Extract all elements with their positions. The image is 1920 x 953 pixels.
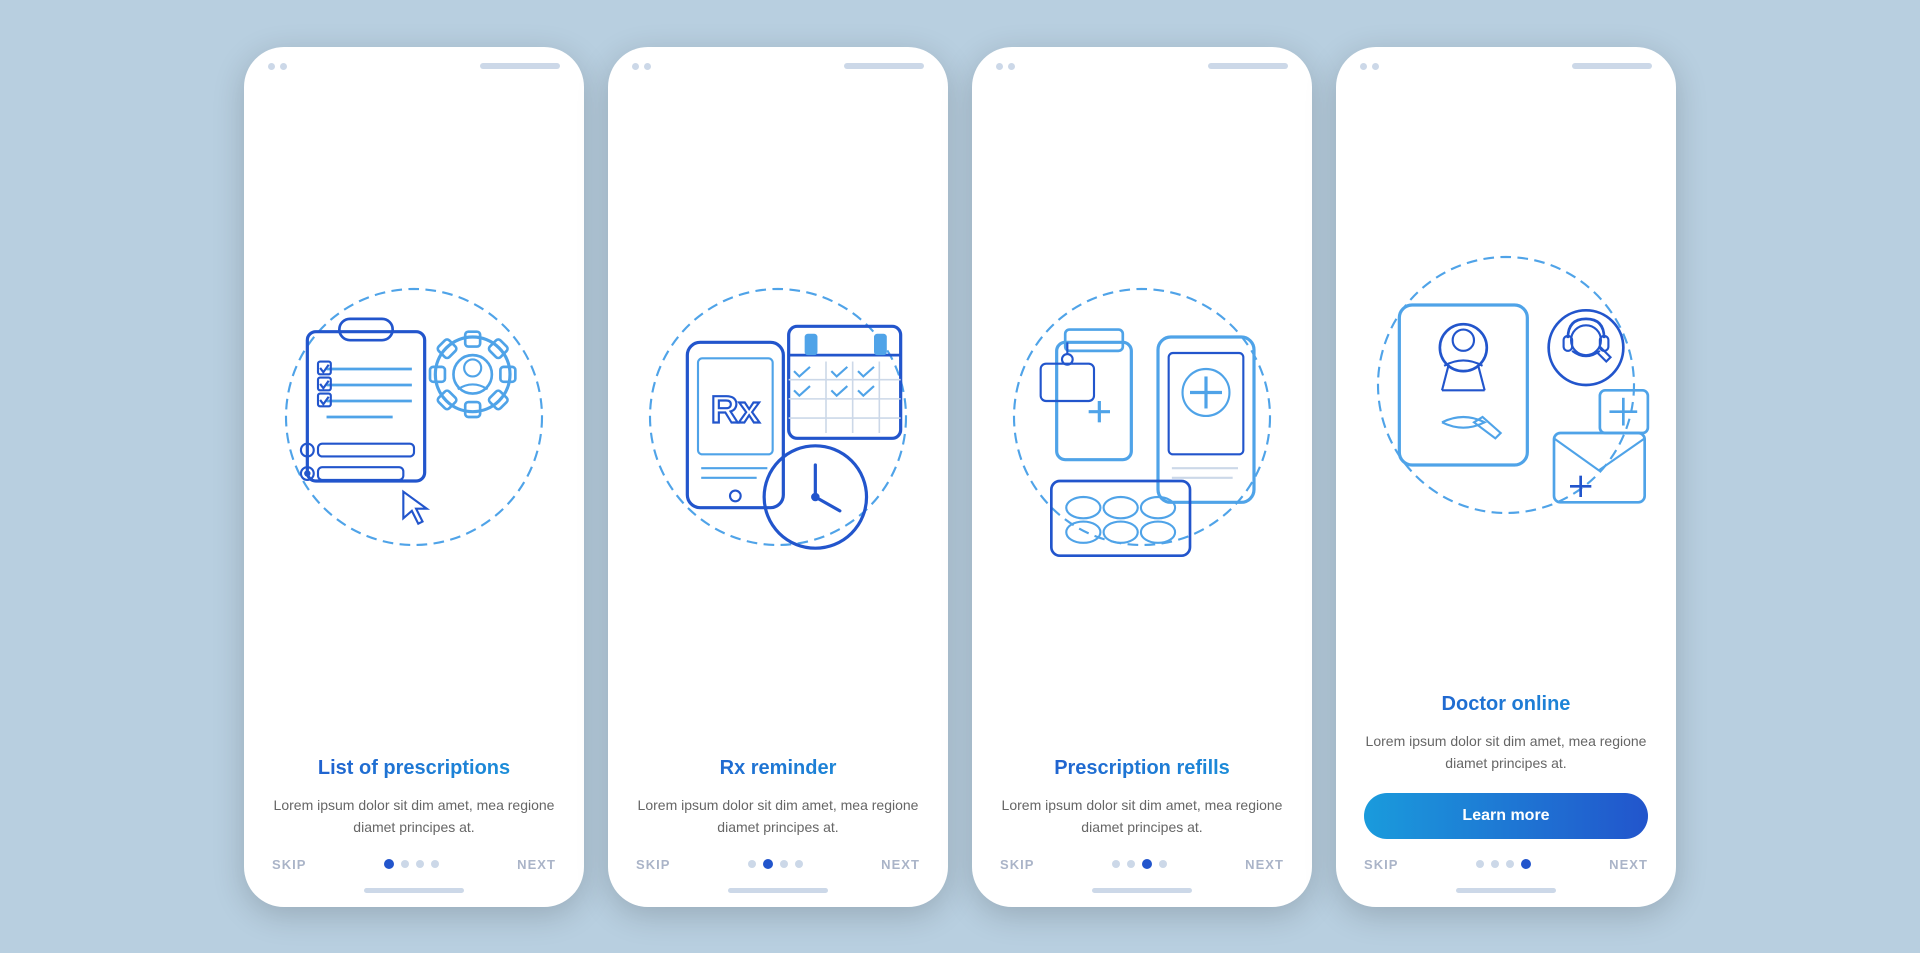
nav-dots-3 (1112, 859, 1167, 869)
next-button-2[interactable]: NEXT (881, 857, 920, 872)
skip-button-3[interactable]: SKIP (1000, 857, 1035, 872)
card-nav-2: SKIP NEXT (608, 857, 948, 888)
card-desc-3: Lorem ipsum dolor sit dim amet, mea regi… (1000, 794, 1284, 839)
notch-dots-1 (268, 63, 287, 70)
nav-dot[interactable] (748, 860, 756, 868)
card-desc-4: Lorem ipsum dolor sit dim amet, mea regi… (1364, 730, 1648, 775)
card-rx-reminder: Rx (608, 47, 948, 907)
nav-dot-active[interactable] (384, 859, 394, 869)
cards-container: List of prescriptions Lorem ipsum dolor … (244, 47, 1676, 907)
card-title-4: Doctor online (1364, 693, 1648, 716)
nav-dot-active[interactable] (763, 859, 773, 869)
notch-bar-4 (1572, 63, 1652, 69)
card-desc-1: Lorem ipsum dolor sit dim amet, mea regi… (272, 794, 556, 839)
illustration-rx: Rx (608, 78, 948, 757)
nav-dot[interactable] (1506, 860, 1514, 868)
notch-dots-3 (996, 63, 1015, 70)
card-doctor-online: Doctor online Lorem ipsum dolor sit dim … (1336, 47, 1676, 907)
notch-bar-1 (480, 63, 560, 69)
card-nav-4: SKIP NEXT (1336, 857, 1676, 888)
nav-dot[interactable] (416, 860, 424, 868)
notch-dot (996, 63, 1003, 70)
illustration-doctor (1336, 78, 1676, 693)
nav-dot[interactable] (1127, 860, 1135, 868)
phone-notch-1 (244, 47, 584, 78)
nav-dot[interactable] (401, 860, 409, 868)
next-button-3[interactable]: NEXT (1245, 857, 1284, 872)
phone-notch-4 (1336, 47, 1676, 78)
nav-dot-active[interactable] (1521, 859, 1531, 869)
notch-dot (280, 63, 287, 70)
notch-dot (1360, 63, 1367, 70)
nav-dot[interactable] (780, 860, 788, 868)
illustration-prescriptions (244, 78, 584, 757)
next-button-4[interactable]: NEXT (1609, 857, 1648, 872)
card-content-4: Doctor online Lorem ipsum dolor sit dim … (1336, 693, 1676, 857)
notch-dot (644, 63, 651, 70)
nav-dots-1 (384, 859, 439, 869)
card-nav-3: SKIP NEXT (972, 857, 1312, 888)
nav-dots-2 (748, 859, 803, 869)
home-bar-3 (1092, 888, 1192, 893)
nav-dot[interactable] (1476, 860, 1484, 868)
card-title-3: Prescription refills (1000, 757, 1284, 780)
nav-dot[interactable] (431, 860, 439, 868)
notch-bar-2 (844, 63, 924, 69)
notch-dot (268, 63, 275, 70)
nav-dot[interactable] (1491, 860, 1499, 868)
nav-dot[interactable] (795, 860, 803, 868)
card-refills: Prescription refills Lorem ipsum dolor s… (972, 47, 1312, 907)
next-button-1[interactable]: NEXT (517, 857, 556, 872)
card-content-3: Prescription refills Lorem ipsum dolor s… (972, 757, 1312, 857)
illustration-refills (972, 78, 1312, 757)
svg-text:Rx: Rx (711, 388, 761, 431)
nav-dot-active[interactable] (1142, 859, 1152, 869)
card-desc-2: Lorem ipsum dolor sit dim amet, mea regi… (636, 794, 920, 839)
notch-dot (1008, 63, 1015, 70)
skip-button-2[interactable]: SKIP (636, 857, 671, 872)
notch-bar-3 (1208, 63, 1288, 69)
card-content-1: List of prescriptions Lorem ipsum dolor … (244, 757, 584, 857)
card-title-2: Rx reminder (636, 757, 920, 780)
card-title-1: List of prescriptions (272, 757, 556, 780)
card-nav-1: SKIP NEXT (244, 857, 584, 888)
skip-button-4[interactable]: SKIP (1364, 857, 1399, 872)
skip-button-1[interactable]: SKIP (272, 857, 307, 872)
home-bar-1 (364, 888, 464, 893)
notch-dots-4 (1360, 63, 1379, 70)
notch-dots-2 (632, 63, 651, 70)
notch-dot (632, 63, 639, 70)
card-prescriptions: List of prescriptions Lorem ipsum dolor … (244, 47, 584, 907)
card-content-2: Rx reminder Lorem ipsum dolor sit dim am… (608, 757, 948, 857)
nav-dots-4 (1476, 859, 1531, 869)
home-bar-4 (1456, 888, 1556, 893)
home-bar-2 (728, 888, 828, 893)
notch-dot (1372, 63, 1379, 70)
learn-more-button[interactable]: Learn more (1364, 793, 1648, 839)
nav-dot[interactable] (1112, 860, 1120, 868)
nav-dot[interactable] (1159, 860, 1167, 868)
phone-notch-2 (608, 47, 948, 78)
phone-notch-3 (972, 47, 1312, 78)
